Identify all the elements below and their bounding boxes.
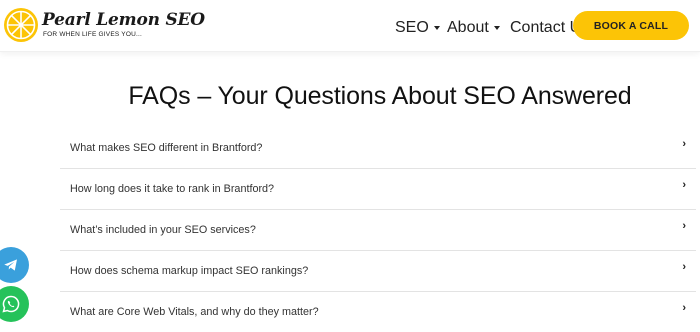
- faq-item[interactable]: What’s included in your SEO services? ›: [60, 210, 696, 251]
- logo[interactable]: Pearl Lemon SEO FOR WHEN LIFE GIVES YOU.…: [2, 6, 205, 46]
- faq-question: What are Core Web Vitals, and why do the…: [70, 306, 319, 318]
- lemon-logo-icon: [4, 8, 38, 42]
- telegram-icon: [4, 259, 17, 271]
- nav-item-about[interactable]: About: [447, 19, 500, 37]
- faq-question: What makes SEO different in Brantford?: [70, 142, 263, 154]
- site-header: Pearl Lemon SEO FOR WHEN LIFE GIVES YOU.…: [0, 0, 700, 52]
- chevron-right-icon: ›: [682, 179, 686, 191]
- book-a-call-button[interactable]: BOOK A CALL: [573, 11, 689, 40]
- chevron-right-icon: ›: [682, 302, 686, 314]
- whatsapp-button[interactable]: [0, 286, 29, 322]
- faq-question: How does schema markup impact SEO rankin…: [70, 265, 309, 277]
- caret-down-icon: [493, 26, 500, 30]
- brand-tagline: FOR WHEN LIFE GIVES YOU...: [43, 31, 142, 38]
- telegram-button[interactable]: [0, 247, 29, 283]
- faq-item[interactable]: What are Core Web Vitals, and why do the…: [60, 292, 696, 332]
- faq-list: What makes SEO different in Brantford? ›…: [60, 128, 696, 332]
- chevron-right-icon: ›: [682, 220, 686, 232]
- faq-question: How long does it take to rank in Brantfo…: [70, 183, 275, 195]
- nav-item-label: About: [447, 19, 489, 36]
- whatsapp-icon: [2, 295, 20, 313]
- faq-item[interactable]: How long does it take to rank in Brantfo…: [60, 169, 696, 210]
- caret-down-icon: [433, 26, 440, 30]
- faq-question: What’s included in your SEO services?: [70, 224, 256, 236]
- chevron-right-icon: ›: [682, 261, 686, 273]
- page-title: FAQs – Your Questions About SEO Answered: [128, 82, 632, 110]
- brand-name: Pearl Lemon SEO: [42, 10, 205, 30]
- nav-item-seo[interactable]: SEO: [395, 19, 440, 37]
- faq-item[interactable]: What makes SEO different in Brantford? ›: [60, 128, 696, 169]
- faq-item[interactable]: How does schema markup impact SEO rankin…: [60, 251, 696, 292]
- nav-item-label: SEO: [395, 19, 429, 36]
- chevron-right-icon: ›: [682, 138, 686, 150]
